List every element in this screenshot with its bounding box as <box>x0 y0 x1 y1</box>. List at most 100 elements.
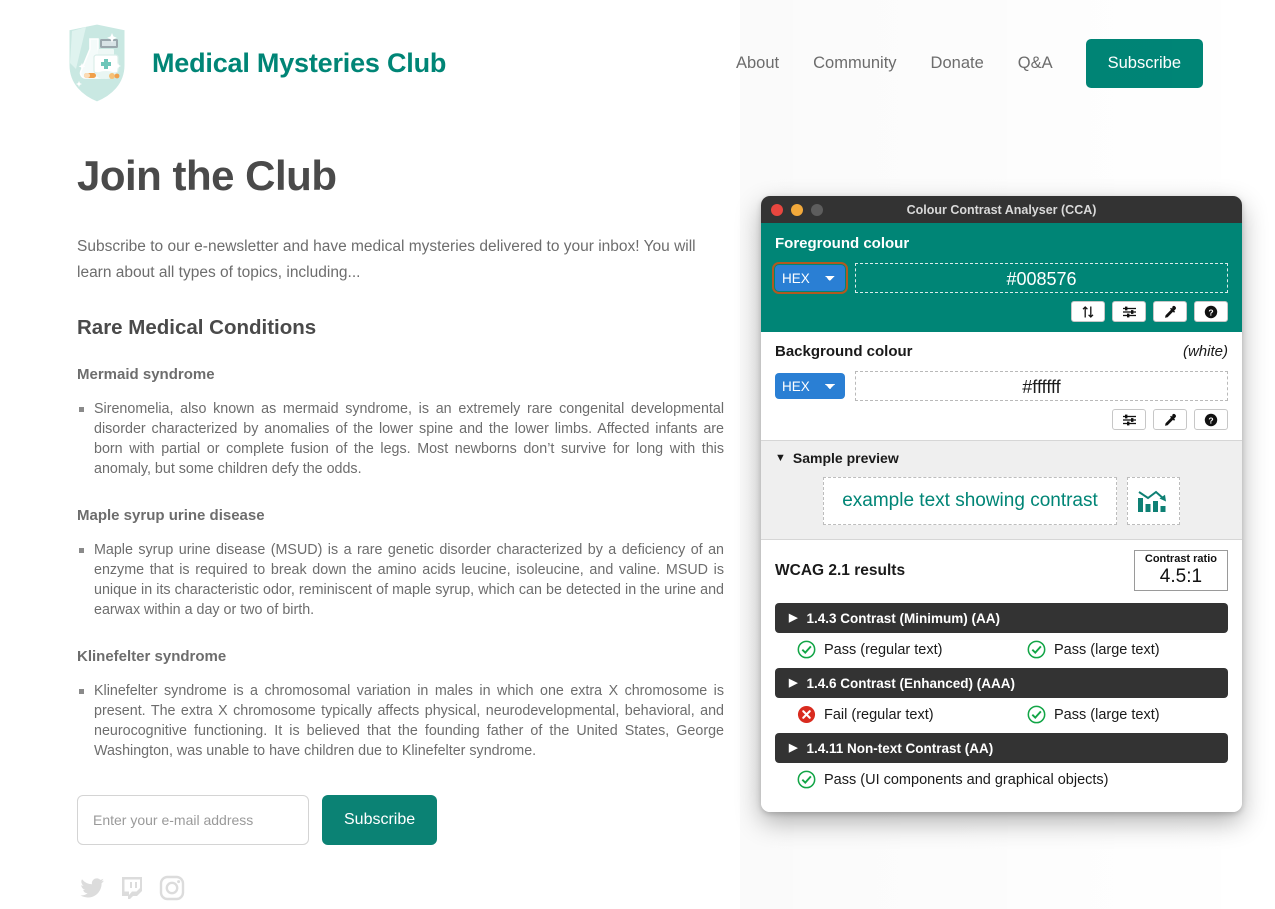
window-title: Colour Contrast Analyser (CCA) <box>906 202 1097 217</box>
bar-chart-declining-icon <box>1126 477 1180 525</box>
result-text: Fail (regular text) <box>824 706 934 723</box>
brand-title: Medical Mysteries Club <box>152 47 447 78</box>
sliders-icon[interactable] <box>1112 301 1146 322</box>
chevron-right-icon: ▶ <box>789 741 798 754</box>
chevron-right-icon: ▶ <box>789 611 798 624</box>
twitch-icon[interactable] <box>117 873 147 903</box>
background-colour-panel: Background colour (white) HEX #ffffff ? <box>761 332 1242 440</box>
sample-preview-panel: ▼ Sample preview example text showing co… <box>761 440 1242 540</box>
pass-icon <box>797 770 816 789</box>
help-icon[interactable]: ? <box>1194 301 1228 322</box>
result-text: Pass (regular text) <box>824 641 943 658</box>
result-item: Fail (regular text) <box>797 705 1027 724</box>
criterion-1-4-11-results: Pass (UI components and graphical object… <box>775 770 1228 798</box>
fail-icon <box>797 705 816 724</box>
result-text: Pass (UI components and graphical object… <box>824 771 1109 788</box>
condition-list: Maple syrup urine disease (MSUD) is a ra… <box>77 540 740 620</box>
foreground-colour-panel: Foreground colour HEX #008576 ? <box>761 223 1242 332</box>
section-title: Rare Medical Conditions <box>77 316 317 339</box>
foreground-colour-row: HEX #008576 <box>772 262 1228 294</box>
main-content: Join the Club Subscribe to our e-newslet… <box>0 126 740 903</box>
wcag-results-head: WCAG 2.1 results Contrast ratio 4.5:1 <box>775 550 1228 591</box>
main-nav: About Community Donate Q&A Subscribe <box>719 38 1203 88</box>
subscribe-submit-button[interactable]: Subscribe <box>322 795 438 845</box>
condition-list: Klinefelter syndrome is a chromosomal va… <box>77 681 740 761</box>
criterion-1-4-3-toggle[interactable]: ▶ 1.4.3 Contrast (Minimum) (AA) <box>775 603 1228 633</box>
page-root: Medical Mysteries Club About Community D… <box>0 0 1275 909</box>
social-links <box>77 873 740 903</box>
pass-icon <box>1027 705 1046 724</box>
foreground-panel-head: Foreground colour <box>775 235 1228 252</box>
foreground-tools: ? <box>775 301 1228 322</box>
eyedropper-icon[interactable] <box>1153 301 1187 322</box>
result-item: Pass (UI components and graphical object… <box>797 770 1109 789</box>
background-colour-name: (white) <box>1182 343 1228 360</box>
background-label: Background colour <box>775 343 913 360</box>
nav-link-qa[interactable]: Q&A <box>1001 54 1070 73</box>
wcag-results-panel: WCAG 2.1 results Contrast ratio 4.5:1 ▶ … <box>761 540 1242 812</box>
svg-text:?: ? <box>1208 307 1213 317</box>
close-window-button[interactable] <box>771 203 783 216</box>
foreground-label: Foreground colour <box>775 235 910 252</box>
criterion-1-4-11-toggle[interactable]: ▶ 1.4.11 Non-text Contrast (AA) <box>775 733 1228 763</box>
brand[interactable]: Medical Mysteries Club <box>62 19 446 107</box>
criterion-title: 1.4.6 Contrast (Enhanced) (AAA) <box>806 675 1015 691</box>
background-format-select[interactable]: HEX <box>775 373 845 399</box>
intro-paragraph: Subscribe to our e-newsletter and have m… <box>77 238 696 281</box>
sliders-icon[interactable] <box>1112 409 1146 430</box>
condition-list: Sirenomelia, also known as mermaid syndr… <box>77 399 740 479</box>
eyedropper-icon[interactable] <box>1153 409 1187 430</box>
chevron-right-icon: ▶ <box>789 676 798 689</box>
colour-contrast-analyser-window: Colour Contrast Analyser (CCA) Foregroun… <box>761 196 1242 812</box>
contrast-ratio-value: 4.5:1 <box>1159 566 1203 587</box>
instagram-icon[interactable] <box>157 873 187 903</box>
result-text: Pass (large text) <box>1054 641 1160 658</box>
condition-name: Klinefelter syndrome <box>77 648 227 665</box>
contrast-ratio-box: Contrast ratio 4.5:1 <box>1133 550 1228 591</box>
nav-link-about[interactable]: About <box>719 54 796 73</box>
sample-preview-text: example text showing contrast <box>823 477 1117 525</box>
window-controls <box>761 203 823 216</box>
svg-text:?: ? <box>1208 415 1213 425</box>
email-field[interactable] <box>77 795 309 845</box>
subscribe-form: Subscribe <box>77 795 740 845</box>
background-panel-head: Background colour (white) <box>775 343 1228 360</box>
result-item: Pass (large text) <box>1027 705 1160 724</box>
background-colour-row: HEX #ffffff <box>775 371 1228 401</box>
pass-icon <box>797 640 816 659</box>
site-header: Medical Mysteries Club About Community D… <box>0 0 1275 126</box>
sample-preview-toggle[interactable]: ▼ Sample preview <box>775 450 1228 466</box>
foreground-colour-value[interactable]: #008576 <box>855 263 1228 293</box>
wcag-results-title: WCAG 2.1 results <box>775 561 906 579</box>
nav-link-community[interactable]: Community <box>796 54 913 73</box>
window-titlebar[interactable]: Colour Contrast Analyser (CCA) <box>761 196 1242 223</box>
shield-badge-lab-icon <box>62 19 132 107</box>
criterion-title: 1.4.11 Non-text Contrast (AA) <box>806 740 994 756</box>
result-text: Pass (large text) <box>1054 706 1160 723</box>
condition-name: Maple syrup urine disease <box>77 507 265 524</box>
pass-icon <box>1027 640 1046 659</box>
swap-colours-icon[interactable] <box>1071 301 1105 322</box>
twitter-icon[interactable] <box>77 873 107 903</box>
help-icon[interactable]: ? <box>1194 409 1228 430</box>
list-item: Sirenomelia, also known as mermaid syndr… <box>77 399 724 479</box>
sample-preview-body: example text showing contrast <box>775 477 1228 525</box>
zoom-window-button[interactable] <box>811 203 823 216</box>
criterion-1-4-3-results: Pass (regular text) Pass (large text) <box>775 640 1228 668</box>
condition-name: Mermaid syndrome <box>77 366 215 383</box>
criterion-title: 1.4.3 Contrast (Minimum) (AA) <box>806 610 1000 626</box>
contrast-ratio-label: Contrast ratio <box>1144 553 1217 565</box>
foreground-format-select[interactable]: HEX <box>772 262 848 294</box>
sample-preview-label: Sample preview <box>792 450 899 466</box>
header-subscribe-button[interactable]: Subscribe <box>1085 38 1203 88</box>
list-item: Klinefelter syndrome is a chromosomal va… <box>77 681 724 761</box>
result-item: Pass (regular text) <box>797 640 1027 659</box>
background-colour-value[interactable]: #ffffff <box>855 371 1228 401</box>
minimise-window-button[interactable] <box>791 203 803 216</box>
nav-link-donate[interactable]: Donate <box>914 54 1001 73</box>
background-tools: ? <box>775 409 1228 430</box>
page-title: Join the Club <box>77 152 337 199</box>
criterion-1-4-6-results: Fail (regular text) Pass (large text) <box>775 705 1228 733</box>
criterion-1-4-6-toggle[interactable]: ▶ 1.4.6 Contrast (Enhanced) (AAA) <box>775 668 1228 698</box>
result-item: Pass (large text) <box>1027 640 1160 659</box>
